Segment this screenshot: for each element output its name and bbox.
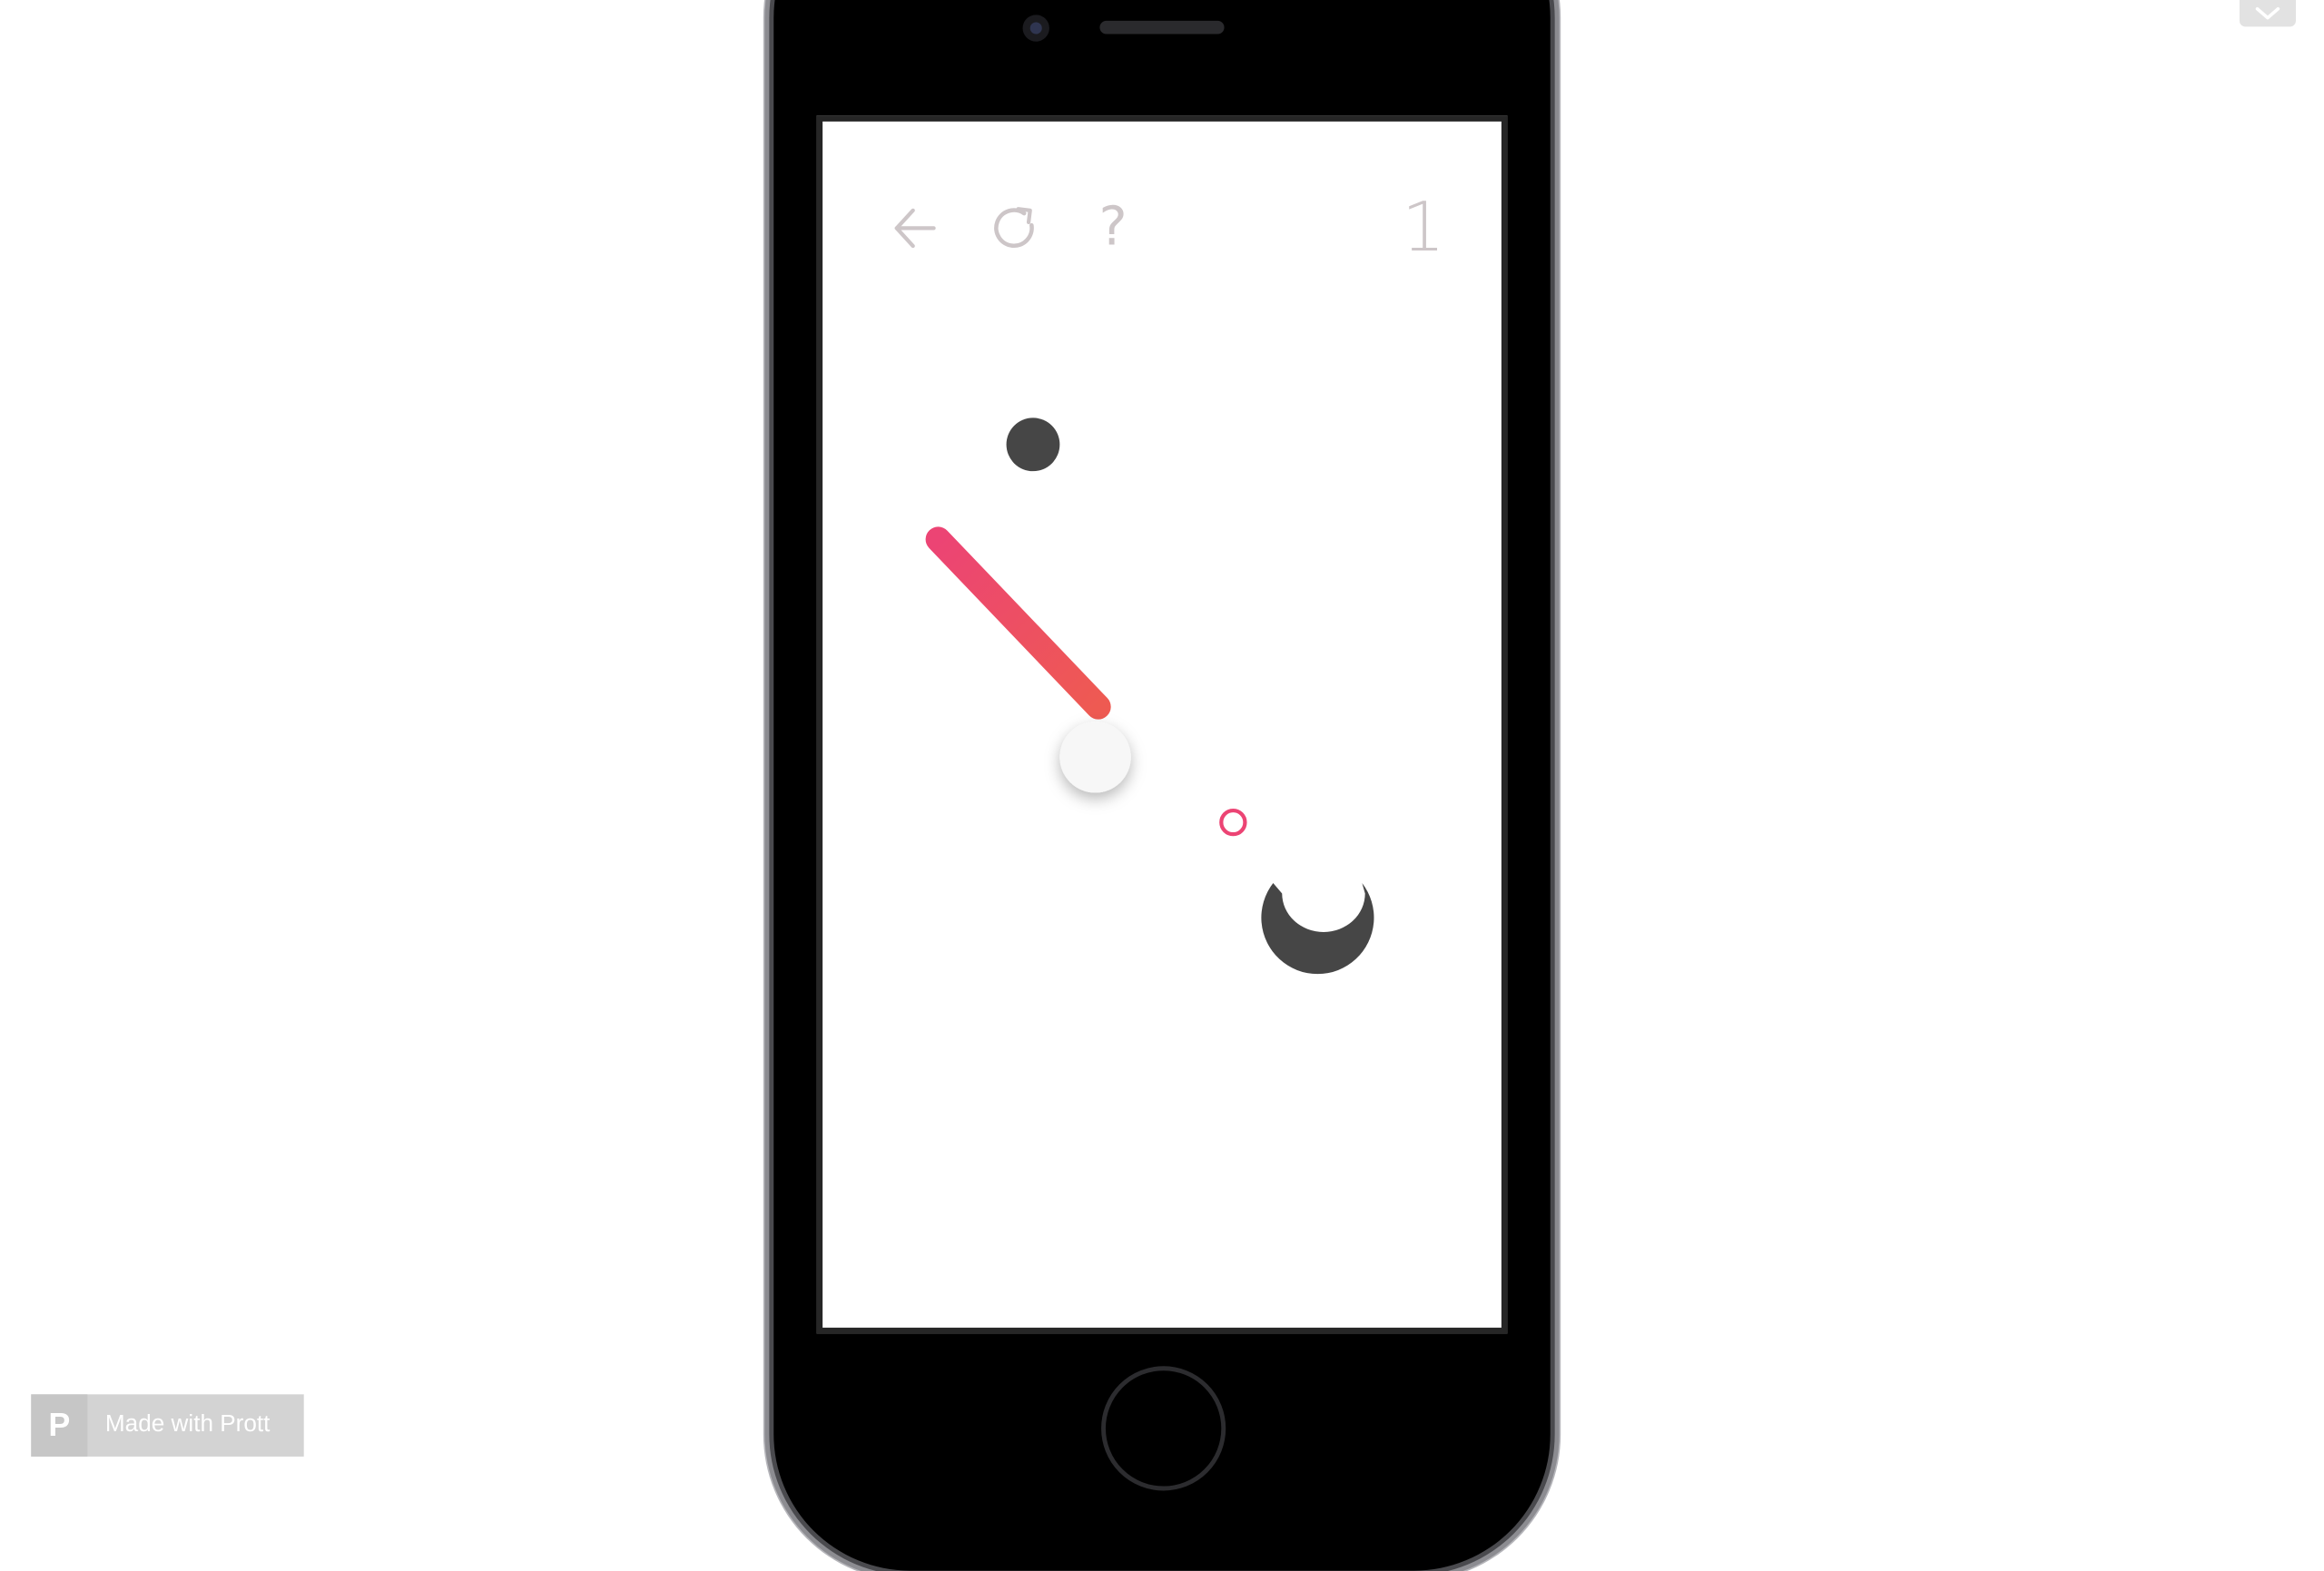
prott-label: Made with Prott xyxy=(104,1411,271,1438)
play-field[interactable] xyxy=(822,122,1502,1328)
player-ball[interactable] xyxy=(1059,722,1131,793)
dark-ball xyxy=(1006,417,1060,472)
front-camera xyxy=(1022,15,1049,42)
collapse-toggle[interactable] xyxy=(2239,0,2296,27)
game-screen[interactable]: ? 1 xyxy=(816,115,1508,1334)
chevron-down-icon xyxy=(2255,7,2280,20)
earpiece-speaker xyxy=(1099,20,1225,34)
prott-logo: P xyxy=(31,1394,88,1457)
target-ring xyxy=(1219,808,1247,837)
goal-cup xyxy=(1261,883,1374,975)
drawn-line[interactable] xyxy=(925,526,1111,720)
home-button[interactable] xyxy=(1101,1366,1226,1491)
made-with-prott-badge[interactable]: P Made with Prott xyxy=(31,1394,304,1457)
